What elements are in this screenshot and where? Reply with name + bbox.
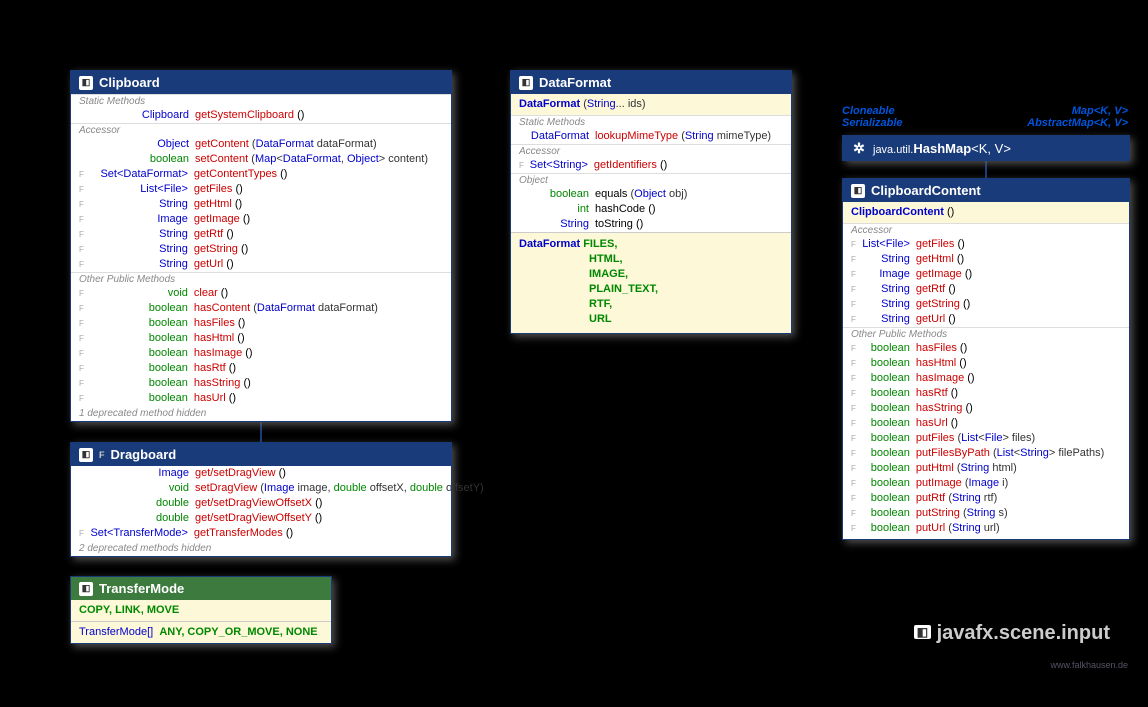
cc-getFiles: FList<File>getFiles () [843, 237, 1129, 252]
m-getRtf: FStringgetRtf () [71, 227, 451, 242]
m-setContent: booleansetContent (Map<DataFormat, Objec… [71, 152, 451, 167]
cc-putImage: FbooleanputImage (Image i) [843, 476, 1129, 491]
credit-link: www.falkhausen.de [1050, 660, 1128, 670]
class-icon: ◧ [79, 448, 93, 462]
m-hasUrl: FbooleanhasUrl () [71, 391, 451, 406]
class-dragboard: ◧FDragboard Imageget/setDragView () void… [70, 442, 452, 557]
cc-ctor: ClipboardContent () [843, 202, 1129, 223]
class-transfermode: ◧TransferMode COPY, LINK, MOVE TransferM… [70, 576, 332, 644]
class-icon: ◧ [79, 76, 93, 90]
cc-hasImage: FbooleanhasImage () [843, 371, 1129, 386]
m-getFiles: FList<File>getFiles () [71, 182, 451, 197]
transfermode-constants: TransferMode[] ANY, COPY_OR_MOVE, NONE [71, 621, 331, 643]
cc-putHtml: FbooleanputHtml (String html) [843, 461, 1129, 476]
m-hasFiles: FbooleanhasFiles () [71, 316, 451, 331]
m-getContent: ObjectgetContent (DataFormat dataFormat) [71, 137, 451, 152]
m-hasContent: FbooleanhasContent (DataFormat dataForma… [71, 301, 451, 316]
m-getImage: FImagegetImage () [71, 212, 451, 227]
m-dragViewOffsetY: doubleget/setDragViewOffsetY () [71, 511, 451, 526]
cc-hasUrl: FbooleanhasUrl () [843, 416, 1129, 431]
m-setDragView2: voidsetDragView (Image image, double off… [71, 481, 451, 496]
m-getTransferModes: FSet<TransferMode>getTransferModes () [71, 526, 451, 541]
dragboard-deprecated-note: 2 deprecated methods hidden [71, 541, 451, 556]
cc-hasString: FbooleanhasString () [843, 401, 1129, 416]
m-toString: StringtoString () [511, 217, 791, 232]
cc-hasHtml: FbooleanhasHtml () [843, 356, 1129, 371]
class-clipboard: ◧Clipboard Static Methods ClipboardgetSy… [70, 70, 452, 422]
cc-section-other: Other Public Methods [843, 327, 1129, 341]
hashmap-header: ✲java.util.HashMap<K, V> [843, 136, 1129, 160]
class-hashmap: ✲java.util.HashMap<K, V> [842, 135, 1130, 161]
class-clipboardcontent: ◧ClipboardContent ClipboardContent () Ac… [842, 178, 1130, 540]
m-hasString: FbooleanhasString () [71, 376, 451, 391]
package-label: ◧ javafx.scene.input [914, 622, 1110, 645]
clipboard-header: ◧Clipboard [71, 71, 451, 94]
class-icon: ◧ [519, 76, 533, 90]
section-other: Other Public Methods [71, 272, 451, 286]
m-hasRtf: FbooleanhasRtf () [71, 361, 451, 376]
m-getSystemClipboard: ClipboardgetSystemClipboard () [71, 108, 451, 123]
cc-putFilesByPath: FbooleanputFilesByPath (List<String> fil… [843, 446, 1129, 461]
m-hashCode: inthashCode () [511, 202, 791, 217]
cc-getUrl: FStringgetUrl () [843, 312, 1129, 327]
dataformat-header: ◧DataFormat [511, 71, 791, 94]
cc-getRtf: FStringgetRtf () [843, 282, 1129, 297]
cc-putRtf: FbooleanputRtf (String rtf) [843, 491, 1129, 506]
cc-header: ◧ClipboardContent [843, 179, 1129, 202]
cc-getImage: FImagegetImage () [843, 267, 1129, 282]
transfermode-values: COPY, LINK, MOVE [71, 600, 331, 621]
df-section-static: Static Methods [511, 115, 791, 129]
cc-section-accessor: Accessor [843, 223, 1129, 237]
cc-putFiles: FbooleanputFiles (List<File> files) [843, 431, 1129, 446]
m-getUrl: FStringgetUrl () [71, 257, 451, 272]
section-accessor: Accessor [71, 123, 451, 137]
m-getIdentifiers: FSet<String>getIdentifiers () [511, 158, 791, 173]
interfaces-left: CloneableSerializable [842, 105, 903, 129]
interfaces-right: Map<K, V>AbstractMap<K, V> [1027, 105, 1128, 129]
cc-hasRtf: FbooleanhasRtf () [843, 386, 1129, 401]
m-dragView: Imageget/setDragView () [71, 466, 451, 481]
class-icon: ◧ [851, 184, 865, 198]
m-getContentTypes: FSet<DataFormat>getContentTypes () [71, 167, 451, 182]
cc-getHtml: FStringgetHtml () [843, 252, 1129, 267]
m-hasImage: FbooleanhasImage () [71, 346, 451, 361]
df-section-object: Object [511, 173, 791, 187]
m-getHtml: FStringgetHtml () [71, 197, 451, 212]
m-getString: FStringgetString () [71, 242, 451, 257]
cc-putString: FbooleanputString (String s) [843, 506, 1129, 521]
m-lookupMimeType: DataFormatlookupMimeType (String mimeTyp… [511, 129, 791, 144]
section-static: Static Methods [71, 94, 451, 108]
m-hasHtml: FbooleanhasHtml () [71, 331, 451, 346]
connector-hashmap-cc [985, 161, 987, 179]
class-dataformat: ◧DataFormat DataFormat (String... ids) S… [510, 70, 792, 334]
dragboard-header: ◧FDragboard [71, 443, 451, 466]
m-clear: Fvoidclear () [71, 286, 451, 301]
enum-icon: ◧ [79, 582, 93, 596]
cc-putUrl: FbooleanputUrl (String url) [843, 521, 1129, 539]
transfermode-header: ◧TransferMode [71, 577, 331, 600]
dataformat-ctor: DataFormat (String... ids) [511, 94, 791, 115]
df-section-accessor: Accessor [511, 144, 791, 158]
m-equals: booleanequals (Object obj) [511, 187, 791, 202]
gear-icon: ✲ [851, 140, 867, 156]
df-fields: DataFormat FILES, HTML, IMAGE, PLAIN_TEX… [511, 232, 791, 333]
m-dragViewOffsetX: doubleget/setDragViewOffsetX () [71, 496, 451, 511]
clipboard-deprecated-note: 1 deprecated method hidden [71, 406, 451, 421]
cc-getString: FStringgetString () [843, 297, 1129, 312]
cc-hasFiles: FbooleanhasFiles () [843, 341, 1129, 356]
